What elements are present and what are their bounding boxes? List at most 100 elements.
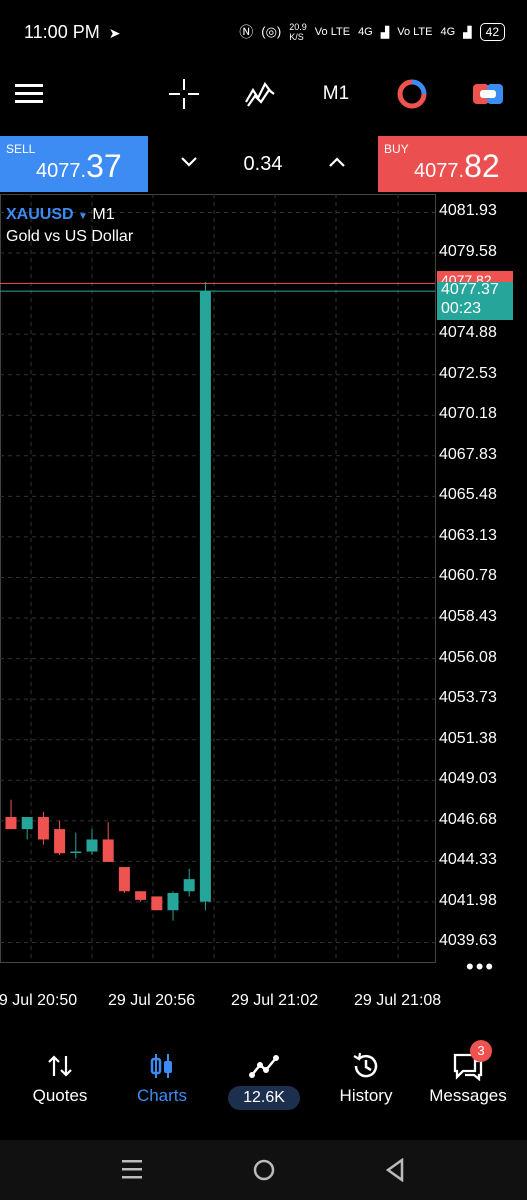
balance-pill: 12.6K	[228, 1086, 300, 1110]
price-axis-label: 4046.68	[439, 810, 497, 828]
price-axis-label: 4053.73	[439, 689, 497, 707]
status-time: 11:00 PM ➤	[24, 22, 121, 42]
buy-price: 4077.82	[414, 148, 500, 184]
back-icon	[385, 1157, 404, 1183]
chevron-down-icon	[181, 157, 197, 167]
sell-label: SELL	[6, 142, 36, 156]
history-icon	[346, 1046, 386, 1086]
time-axis-label: 29 Jul 21:02	[231, 992, 319, 1009]
time-axis-label: 29 Jul 20:50	[0, 992, 78, 1009]
network-indicator-3: Vo LTE	[397, 26, 433, 38]
candle-body	[21, 817, 33, 830]
candle-body	[151, 896, 163, 911]
buy-button[interactable]: BUY 4077.82	[378, 136, 527, 192]
candle-body	[199, 291, 211, 902]
price-axis-label: 4079.58	[439, 243, 497, 261]
price-axis-label: 4060.78	[439, 567, 497, 585]
price-axis-label: 4081.93	[439, 202, 497, 220]
ask-price-label: 4077.82	[437, 271, 513, 282]
price-axis-label: 4070.18	[439, 405, 497, 423]
sell-button[interactable]: SELL 4077.37	[0, 136, 148, 192]
increase-volume-button[interactable]	[328, 155, 346, 173]
chart-description: Gold vs US Dollar	[6, 228, 134, 245]
candle-body	[102, 839, 114, 862]
chart-more-button[interactable]: •••	[466, 954, 495, 980]
price-axis-label: 4039.63	[439, 932, 497, 950]
nav-quotes[interactable]: Quotes	[10, 1036, 110, 1140]
buy-label: BUY	[384, 142, 409, 156]
messages-badge: 3	[470, 1040, 492, 1062]
chevron-up-icon	[329, 157, 345, 167]
indicators-button[interactable]	[240, 74, 280, 114]
charts-icon	[142, 1046, 182, 1086]
candle-body	[135, 891, 147, 900]
one-click-trading-button[interactable]	[392, 74, 432, 114]
chart-frame	[0, 194, 436, 963]
nfc-icon: Ⓝ	[239, 24, 254, 40]
price-axis-label: 4041.98	[439, 891, 497, 909]
vibrate-icon: (◎)	[261, 24, 282, 39]
volume-control: 0.34	[148, 136, 378, 192]
candle-body	[183, 879, 195, 892]
price-axis-label: 4058.43	[439, 608, 497, 626]
candle-body	[118, 867, 130, 892]
network-indicator-2: 4G	[358, 26, 373, 38]
network-speed: 20.9 K/S	[289, 22, 307, 42]
network-indicator-4: 4G	[440, 26, 456, 38]
price-axis-label: 4051.38	[439, 729, 497, 747]
price-axis-label: 4072.53	[439, 364, 497, 382]
battery-icon: 42	[479, 23, 505, 41]
nav-history[interactable]: History	[316, 1036, 416, 1140]
volume-value[interactable]: 0.34	[244, 153, 283, 176]
status-bar: 11:00 PM ➤ Ⓝ (◎) 20.9 K/S Vo LTE 4G ▟ Vo…	[0, 0, 527, 66]
network-indicator-1: Vo LTE	[314, 26, 351, 38]
price-axis-label: 4049.03	[439, 770, 497, 788]
candle-body	[70, 851, 82, 854]
candle-body	[167, 892, 179, 911]
candle-body	[5, 817, 17, 830]
telegram-icon: ➤	[108, 25, 121, 41]
price-axis-label: 4056.08	[439, 648, 497, 666]
back-button[interactable]	[384, 1157, 406, 1187]
home-button[interactable]	[252, 1158, 276, 1187]
order-button[interactable]	[468, 74, 508, 114]
home-icon	[253, 1159, 275, 1181]
quotes-icon	[40, 1046, 80, 1086]
indicators-icon	[245, 81, 275, 107]
nav-trade[interactable]: 12.6K	[214, 1036, 314, 1140]
price-axis-label: 4067.83	[439, 445, 497, 463]
timeframe-button[interactable]: M1	[316, 74, 356, 114]
status-icons: Ⓝ (◎) 20.9 K/S Vo LTE 4G ▟ Vo LTE 4G ▟ 4…	[239, 22, 505, 42]
menu-button[interactable]	[10, 74, 50, 114]
sell-price: 4077.37	[36, 148, 122, 184]
signal-icon: ▟	[380, 26, 390, 39]
system-navigation-bar	[0, 1140, 527, 1200]
trade-icon	[397, 79, 427, 109]
recent-apps-button[interactable]	[120, 1158, 144, 1185]
crosshair-button[interactable]	[164, 74, 204, 114]
recent-apps-icon	[122, 1160, 142, 1179]
nav-messages[interactable]: 3 Messages	[418, 1036, 518, 1140]
candle-body	[37, 817, 49, 840]
price-axis-label: 4074.88	[439, 324, 497, 342]
nav-charts[interactable]: Charts	[112, 1036, 212, 1140]
bottom-navigation: Quotes Charts 12.6K History 3 Messages	[0, 1036, 527, 1140]
decrease-volume-button[interactable]	[180, 155, 198, 173]
price-axis-label: 4065.48	[439, 486, 497, 504]
symbol-dropdown-icon: ▼	[78, 211, 88, 222]
chart-toolbar: M1	[0, 66, 527, 136]
candle-body	[54, 829, 66, 854]
current-price-label: 4077.37 00:23	[437, 280, 513, 320]
hamburger-icon	[15, 84, 43, 103]
candle-body	[86, 839, 98, 852]
signal-icon: ▟	[463, 26, 472, 39]
crosshair-icon	[169, 79, 199, 109]
time-axis-label: 29 Jul 20:56	[108, 992, 196, 1009]
price-axis-label: 4044.33	[439, 851, 497, 869]
trade-chart-icon	[244, 1046, 284, 1086]
trade-panel: SELL 4077.37 0.34 BUY 4077.82	[0, 136, 527, 192]
chart-symbol-label[interactable]: XAUUSD ▼ M1	[6, 206, 115, 224]
order-icon	[473, 84, 503, 104]
time-axis-label: 29 Jul 21:08	[354, 992, 442, 1009]
price-axis-label: 4063.13	[439, 526, 497, 544]
